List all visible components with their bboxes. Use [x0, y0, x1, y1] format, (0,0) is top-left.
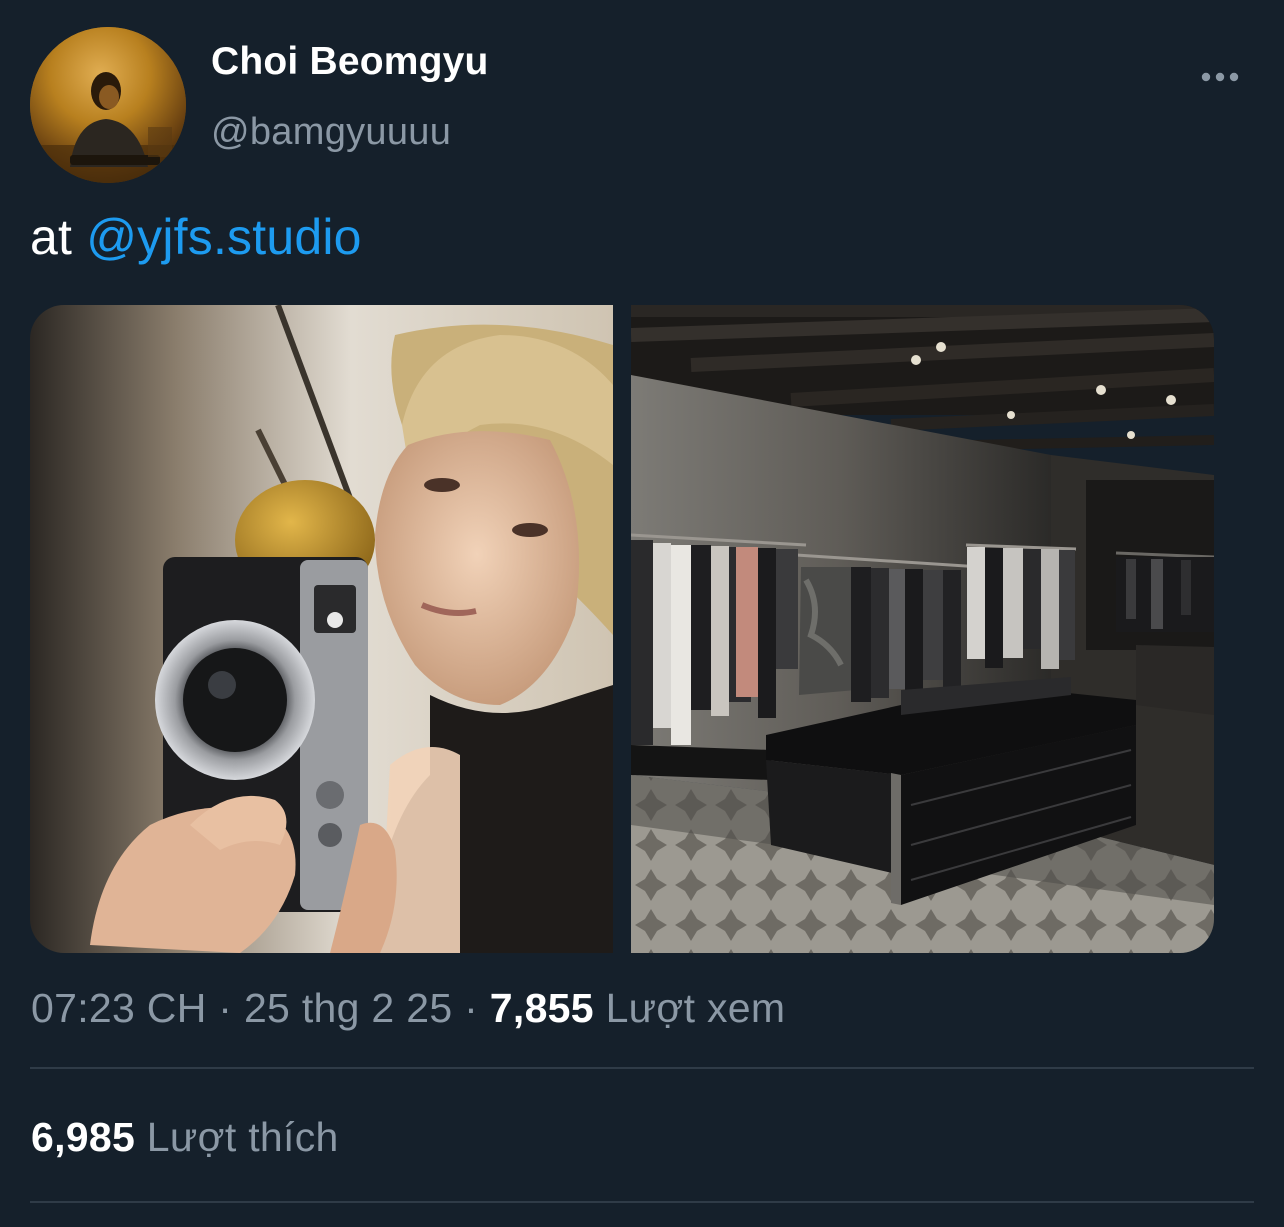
likes-label: Lượt thích: [135, 1114, 339, 1160]
likes-count: 6,985: [31, 1114, 136, 1160]
divider: [30, 1201, 1254, 1203]
mention-link[interactable]: @yjfs.studio: [86, 209, 361, 265]
author-display-name[interactable]: Choi Beomgyu: [211, 40, 489, 84]
likes-stat[interactable]: 6,985 Lượt thích: [31, 1114, 339, 1161]
tweet-meta: 07:23 CH · 25 thg 2 25 · 7,855 Lượt xem: [31, 985, 785, 1032]
divider: [30, 1067, 1254, 1069]
more-options-button[interactable]: [1196, 60, 1244, 94]
views-label: Lượt xem: [593, 985, 786, 1031]
meta-separator: ·: [452, 985, 490, 1031]
media-photo-2[interactable]: [631, 305, 1214, 953]
tweet-detail: Choi Beomgyu @bamgyuuuu at @yjfs.studio: [0, 0, 1284, 1227]
media-photo-1[interactable]: [30, 305, 613, 953]
tweet-time[interactable]: 07:23 CH: [31, 985, 207, 1031]
tweet-text-prefix: at: [30, 209, 87, 265]
avatar[interactable]: [30, 27, 186, 183]
views-count: 7,855: [489, 985, 594, 1031]
photo-selfie-with-camera: [30, 305, 613, 953]
tweet-date[interactable]: 25 thg 2 25: [244, 985, 452, 1031]
avatar-image: [30, 27, 186, 183]
ellipsis-horizontal-icon: [1201, 72, 1239, 82]
photo-clothing-store-interior: [631, 305, 1214, 953]
tweet-text: at @yjfs.studio: [30, 208, 362, 266]
meta-separator: ·: [206, 985, 244, 1031]
media-grid: [30, 305, 1214, 953]
author-handle[interactable]: @bamgyuuuu: [211, 111, 451, 154]
